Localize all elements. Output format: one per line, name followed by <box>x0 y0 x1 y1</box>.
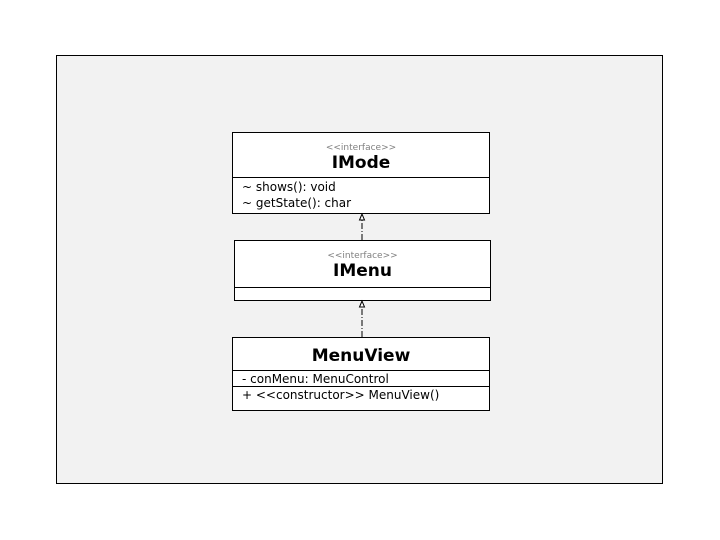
realization-menuview-to-imenu <box>358 299 366 337</box>
realization-arrowhead <box>358 299 366 308</box>
realization-arrowhead <box>358 212 366 221</box>
relations-layer <box>358 212 366 337</box>
uml-class-diagram: <<interface>> IMode ~ shows(): void ~ ge… <box>0 0 720 540</box>
realization-imenu-to-imode <box>358 212 366 240</box>
